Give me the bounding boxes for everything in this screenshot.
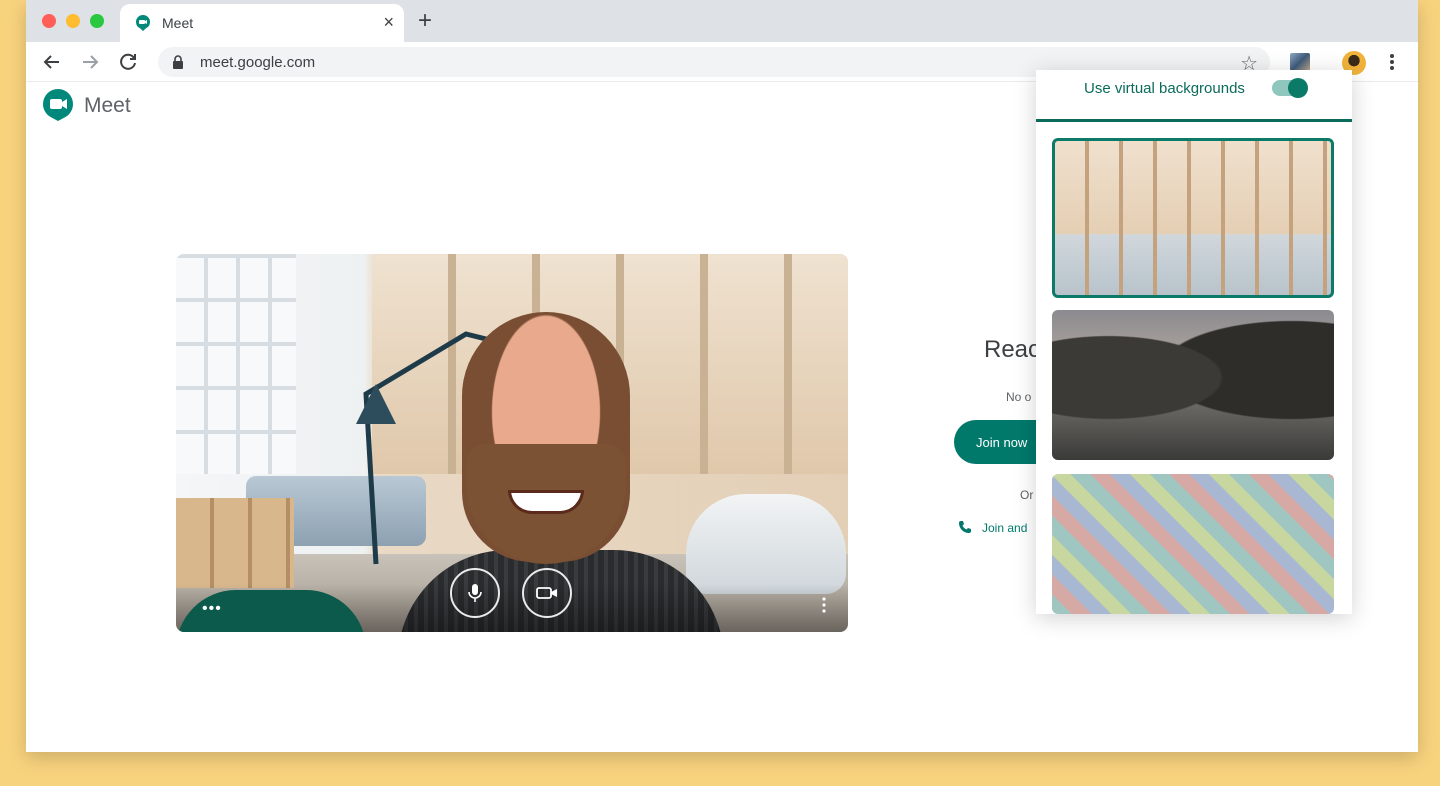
forward-arrow-icon[interactable]: [78, 50, 102, 74]
virtual-backgrounds-title: Use virtual backgrounds: [1084, 80, 1245, 97]
microphone-button[interactable]: [450, 568, 500, 618]
background-option-tiles[interactable]: [1052, 474, 1334, 614]
join-by-phone-link[interactable]: Join and: [958, 520, 1027, 535]
reload-icon[interactable]: [116, 50, 140, 74]
camera-button[interactable]: [522, 568, 572, 618]
meet-favicon-icon: [136, 15, 150, 31]
extension-icon[interactable]: [1290, 53, 1310, 71]
background-option-office[interactable]: [1052, 138, 1334, 298]
participants-status: No o: [1006, 390, 1032, 404]
tab-close-icon[interactable]: ×: [383, 12, 394, 32]
ready-to-join-heading: Reac: [984, 336, 1041, 363]
new-tab-button[interactable]: +: [418, 8, 432, 34]
background-option-sea-rocks[interactable]: [1052, 310, 1334, 460]
virtual-backgrounds-toggle[interactable]: [1272, 78, 1308, 98]
preview-menu-icon[interactable]: [820, 596, 828, 614]
minimize-window-button[interactable]: [66, 14, 80, 28]
or-divider: Or: [1020, 488, 1034, 502]
close-window-button[interactable]: [42, 14, 56, 28]
self-video-preview: •••: [176, 254, 848, 632]
lock-icon: [173, 55, 183, 69]
tab-meet[interactable]: Meet ×: [120, 4, 404, 42]
camera-icon: [536, 587, 557, 599]
virtual-backgrounds-header: Use virtual backgrounds: [1036, 70, 1352, 122]
tab-title: Meet: [162, 15, 194, 31]
back-arrow-icon[interactable]: [40, 50, 64, 74]
meet-logo-icon: [42, 89, 74, 121]
meet-brand-name: Meet: [84, 94, 131, 117]
virtual-backgrounds-panel: Use virtual backgrounds: [1036, 70, 1352, 614]
tab-strip: Meet × +: [26, 0, 1418, 42]
zoom-window-button[interactable]: [90, 14, 104, 28]
person-smile: [508, 490, 584, 514]
background-windows: [176, 254, 296, 474]
join-by-phone-label: Join and: [982, 521, 1028, 535]
background-chair: [686, 494, 846, 594]
toggle-knob: [1288, 78, 1308, 98]
phone-icon: [959, 521, 971, 533]
microphone-icon: [468, 584, 482, 602]
more-options-dots[interactable]: •••: [202, 600, 222, 618]
page-backdrop-bottom: [0, 786, 1440, 808]
url-text: meet.google.com: [200, 54, 316, 71]
browser-menu-icon[interactable]: [1382, 50, 1402, 74]
background-shelf: [176, 498, 294, 588]
browser-window: Meet × + meet.google.com ☆ Meet ••• Reac…: [26, 0, 1418, 752]
